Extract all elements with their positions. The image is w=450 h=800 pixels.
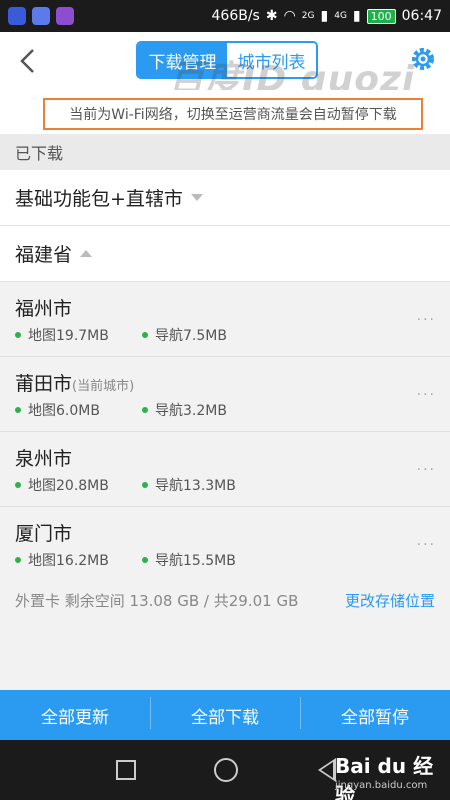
caret-down-icon	[190, 194, 203, 201]
status-bar: 466B/s ✱ ◠ 2G ▮ 4G ▮ 100 06:47	[0, 0, 450, 32]
list-item[interactable]: 泉州市 地图20.8MB 导航13.3MB ···	[0, 432, 450, 507]
group-label: 基础功能包+直辖市	[15, 188, 183, 210]
baidu-watermark-url: jingyan.baidu.com	[335, 780, 428, 791]
notice-banner: 当前为Wi-Fi网络，切换至运营商流量会自动暂停下载	[0, 90, 450, 134]
back-button[interactable]	[12, 44, 42, 78]
app-notification-icon	[8, 7, 26, 25]
status-app-icons	[8, 7, 74, 25]
nav-size: 导航13.3MB	[155, 478, 236, 494]
status-dot-icon	[15, 557, 21, 563]
bluetooth-icon: ✱	[265, 8, 278, 24]
back-triangle-icon[interactable]	[318, 758, 336, 782]
map-size: 地图6.0MB	[28, 403, 100, 419]
city-name: 福州市	[15, 298, 73, 320]
wifi-icon: ◠	[283, 8, 296, 24]
caret-up-icon	[80, 250, 93, 257]
shield-notification-icon	[32, 7, 50, 25]
more-options-icon[interactable]: ···	[417, 387, 436, 403]
nav-size: 导航15.5MB	[155, 553, 236, 569]
city-name: 莆田市(当前城市)	[15, 373, 135, 395]
storage-info-row: 外置卡 剩余空间 13.08 GB / 共29.01 GB 更改存储位置	[0, 580, 450, 620]
battery-indicator: 100	[366, 8, 396, 24]
signal-icon: ▮	[320, 8, 329, 24]
map-size: 地图16.2MB	[28, 553, 109, 569]
storage-info: 外置卡 剩余空间 13.08 GB / 共29.01 GB	[15, 591, 299, 610]
map-size: 地图19.7MB	[28, 328, 109, 344]
system-nav-bar: Bai du 经验 jingyan.baidu.com	[0, 740, 450, 800]
group-label: 福建省	[15, 244, 73, 266]
clock: 06:47	[401, 8, 442, 24]
list-item[interactable]: 厦门市 地图16.2MB 导航15.5MB ···	[0, 507, 450, 582]
baidu-watermark-logo: Bai du 经验	[335, 754, 434, 800]
pause-all-button[interactable]: 全部暂停	[300, 696, 450, 729]
status-dot-icon	[142, 407, 148, 413]
status-dot-icon	[142, 332, 148, 338]
status-dot-icon	[15, 332, 21, 338]
app-header: 下载管理 城市列表 百度ID guozi	[0, 32, 450, 100]
signal-4g-label: 4G	[334, 11, 347, 21]
list-item[interactable]: 莆田市(当前城市) 地图6.0MB 导航3.2MB ···	[0, 357, 450, 432]
city-name: 泉州市	[15, 448, 73, 470]
gallery-notification-icon	[56, 7, 74, 25]
chevron-left-icon	[20, 49, 34, 73]
group-fujian[interactable]: 福建省	[0, 226, 450, 282]
status-dot-icon	[15, 482, 21, 488]
download-all-button[interactable]: 全部下载	[150, 696, 300, 729]
update-all-button[interactable]: 全部更新	[0, 703, 150, 728]
tab-download-manager[interactable]: 下载管理	[138, 43, 227, 77]
list-item[interactable]: 福州市 地图19.7MB 导航7.5MB ···	[0, 282, 450, 357]
group-basic-package[interactable]: 基础功能包+直辖市	[0, 170, 450, 226]
wifi-notice-text: 当前为Wi-Fi网络，切换至运营商流量会自动暂停下载	[43, 98, 423, 130]
status-dot-icon	[142, 557, 148, 563]
signal-icon-2: ▮	[352, 8, 361, 24]
map-size: 地图20.8MB	[28, 478, 109, 494]
nav-size: 导航3.2MB	[155, 403, 227, 419]
city-name: 厦门市	[15, 523, 73, 545]
nav-size: 导航7.5MB	[155, 328, 227, 344]
change-storage-link[interactable]: 更改存储位置	[345, 590, 435, 611]
segmented-tabs: 下载管理 城市列表	[136, 41, 318, 79]
status-dot-icon	[15, 407, 21, 413]
status-dot-icon	[142, 482, 148, 488]
network-speed: 466B/s	[211, 8, 260, 24]
section-downloaded-label: 已下载	[0, 134, 450, 170]
home-icon[interactable]	[214, 758, 238, 782]
signal-2g-label: 2G	[301, 11, 315, 21]
bottom-action-bar: 全部更新 全部下载 全部暂停	[0, 690, 450, 740]
more-options-icon[interactable]: ···	[417, 537, 436, 553]
gear-icon[interactable]	[410, 46, 436, 72]
more-options-icon[interactable]: ···	[417, 312, 436, 328]
tab-city-list[interactable]: 城市列表	[227, 43, 316, 77]
recent-apps-icon[interactable]	[116, 760, 136, 780]
more-options-icon[interactable]: ···	[417, 462, 436, 478]
